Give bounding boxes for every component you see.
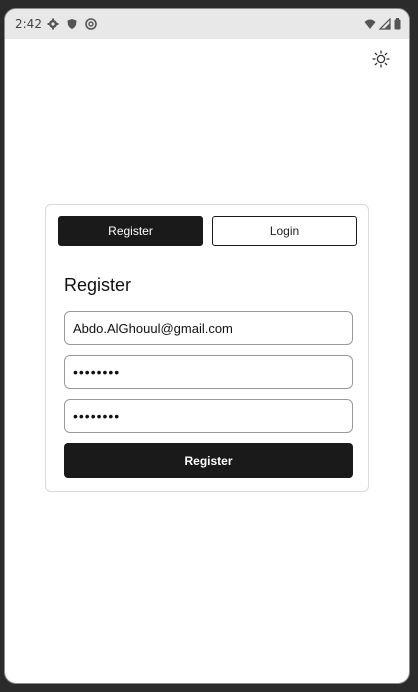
theme-toggle-button[interactable]	[371, 49, 391, 69]
shield-icon	[67, 19, 77, 29]
phone-screen: 2:42 Register Login Register Abdo.AlGhou…	[4, 8, 410, 684]
tab-login[interactable]: Login	[212, 216, 357, 246]
form-title: Register	[64, 275, 132, 295]
sync-icon	[85, 18, 97, 30]
tab-login-label: Login	[269, 224, 300, 238]
password-field[interactable]	[64, 355, 353, 389]
status-right-icons	[364, 18, 401, 30]
tab-register[interactable]: Register	[58, 216, 203, 246]
auth-tabs: Register Login	[58, 216, 359, 246]
email-field[interactable]	[64, 311, 353, 345]
tab-register-label: Register	[108, 224, 153, 238]
status-time: 2:42	[15, 17, 42, 31]
gear-icon	[47, 18, 59, 30]
register-button[interactable]: Register	[64, 443, 353, 478]
battery-icon	[394, 18, 401, 30]
status-left-icons	[47, 18, 97, 30]
auth-card: Register Login Register Register	[45, 204, 369, 492]
sun-icon	[372, 50, 390, 68]
signal-icon	[379, 18, 391, 30]
wifi-icon	[364, 19, 376, 29]
status-bar: 2:42	[5, 9, 409, 39]
confirm-password-field[interactable]	[64, 399, 353, 433]
